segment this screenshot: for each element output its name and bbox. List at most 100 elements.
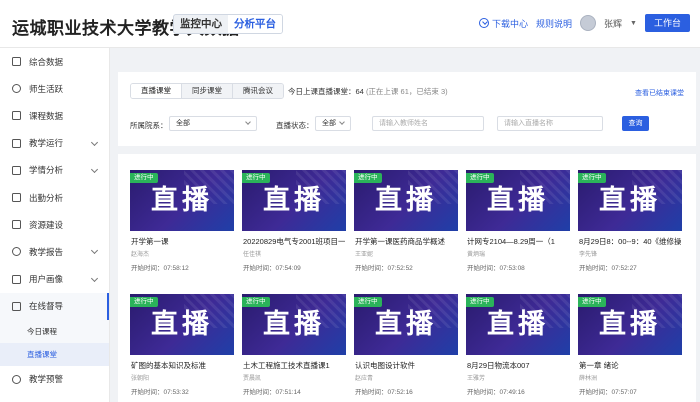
live-card[interactable]: 进行中 直播 开学第一课 赵海杰 开始时间：07:58:12 [130,170,234,276]
live-card-title[interactable]: 开学第一课 [131,236,233,247]
live-card[interactable]: 进行中 直播 矿图的基本知识及标准 张朝阳 开始时间：07:53:32 [130,294,234,400]
view-ended-classrooms-link[interactable]: 查看已结束课堂 [635,88,684,98]
live-thumbnail[interactable]: 进行中 直播 [354,294,458,355]
live-card-title[interactable]: 土木工程施工技术直播课1 [243,360,345,371]
live-card[interactable]: 进行中 直播 计网专2104—8.29周一（1 黄炳瑞 开始时间：07:53:08 [466,170,570,276]
tab-live-classroom[interactable]: 直播课堂 [131,84,182,98]
workbench-button[interactable]: 工作台 [644,14,690,32]
sidebar-item-teaching-operation[interactable]: 教学运行 [0,130,109,157]
live-thumbnail[interactable]: 进行中 直播 [466,170,570,231]
live-status-label: 直播状态： [276,121,314,130]
start-time-value: 07:49:16 [499,389,525,396]
live-card-start-time: 开始时间：07:58:12 [131,262,189,272]
live-thumbnail[interactable]: 进行中 直播 [242,294,346,355]
live-card[interactable]: 进行中 直播 土木工程施工技术直播课1 贾晨凯 开始时间：07:51:14 [242,294,346,400]
start-time-label: 开始时间： [243,389,276,396]
live-card[interactable]: 进行中 直播 开学第一课医药商品学概述 王亚妮 开始时间：07:52:52 [354,170,458,276]
live-card-teacher: 赵海杰 [131,252,150,258]
classroom-type-tabs: 直播课堂 同步课堂 腾讯会议 [130,83,284,99]
top-tab-group: 监控中心 分析平台 [173,14,283,34]
clipboard-icon [12,301,21,311]
live-status-badge: 进行中 [578,297,606,307]
user-name[interactable]: 张辉 [604,17,622,30]
live-card-title[interactable]: 第一章 绪论 [579,360,681,371]
sidebar-item-online-supervision[interactable]: 在线督导 [0,292,109,321]
live-card-title[interactable]: 8月29日8：00--9：40《维修操作 [579,236,681,247]
chevron-down-icon[interactable]: ▼ [630,20,637,27]
live-card-teacher: 贾晨凯 [243,376,262,382]
live-thumbnail[interactable]: 进行中 直播 [578,294,682,355]
tab-monitor-center[interactable]: 监控中心 [174,15,228,33]
chevron-down-icon [90,138,99,146]
start-time-value: 07:53:32 [163,389,189,396]
live-card-title[interactable]: 开学第一课医药商品学概述 [355,236,457,247]
live-card[interactable]: 进行中 直播 认识电图设计软件 赵应青 开始时间：07:52:16 [354,294,458,400]
start-time-value: 07:52:16 [387,389,413,396]
sidebar-item-resources[interactable]: 资源建设 [0,211,109,238]
tab-analysis-platform[interactable]: 分析平台 [228,15,282,33]
live-card[interactable]: 进行中 直播 8月29日物流本007 王雅芳 开始时间：07:49:16 [466,294,570,400]
live-status-badge: 进行中 [354,297,382,307]
live-card-start-time: 开始时间：07:51:14 [243,386,301,396]
live-card-start-time: 开始时间：07:52:16 [355,386,413,396]
sidebar-item-overview[interactable]: 综合数据 [0,48,109,75]
live-status-badge: 进行中 [242,173,270,183]
download-icon [479,18,489,28]
start-time-label: 开始时间： [579,389,612,396]
live-card-title[interactable]: 认识电图设计软件 [355,360,457,371]
live-thumbnail-text: 直播 [263,309,325,340]
live-card[interactable]: 进行中 直播 8月29日8：00--9：40《维修操作 李先锋 开始时间：07:5… [578,170,682,276]
sidebar-item-user-profile[interactable]: 用户画像 [0,266,109,293]
tab-sync-classroom[interactable]: 同步课堂 [182,84,233,98]
live-summary-detail: (正在上课 61，已结束 3) [365,87,448,96]
live-thumbnail[interactable]: 进行中 直播 [130,294,234,355]
user-avatar[interactable] [580,15,597,31]
live-status-badge: 进行中 [354,173,382,183]
rules-link[interactable]: 规则说明 [536,17,572,30]
live-card-teacher: 王雅芳 [467,376,486,382]
sidebar-subitem-today-courses[interactable]: 今日课程 [0,319,109,343]
book-icon [12,111,21,121]
live-card-title[interactable]: 20220829电气专2001班项目一任 [243,236,345,247]
start-time-label: 开始时间： [355,265,388,272]
sidebar-item-label: 出勤分析 [29,192,64,203]
live-status-badge: 进行中 [466,297,494,307]
live-thumbnail[interactable]: 进行中 直播 [578,170,682,231]
sidebar-item-learning-analysis[interactable]: 学情分析 [0,157,109,184]
live-card-title[interactable]: 8月29日物流本007 [467,360,569,371]
college-select[interactable]: 全部 [169,116,257,131]
live-thumbnail[interactable]: 进行中 直播 [242,170,346,231]
sidebar-item-teaching-warning[interactable]: 教学预警 [0,366,109,393]
live-card-start-time: 开始时间：07:52:27 [579,262,637,272]
live-thumbnail[interactable]: 进行中 直播 [354,170,458,231]
live-thumbnail[interactable]: 进行中 直播 [466,294,570,355]
live-card[interactable]: 进行中 直播 第一章 绪论 薛林洲 开始时间：07:57:07 [578,294,682,400]
monitor-icon [12,138,21,148]
sidebar-item-attendance[interactable]: 出勤分析 [0,184,109,211]
chevron-down-icon [90,165,99,173]
sidebar-item-course-data[interactable]: 课程数据 [0,102,109,129]
start-time-value: 07:53:08 [499,265,525,272]
tab-tencent-meeting[interactable]: 腾讯会议 [233,84,283,98]
live-status-select[interactable]: 全部 [315,116,351,131]
start-time-label: 开始时间： [131,389,164,396]
live-card[interactable]: 进行中 直播 20220829电气专2001班项目一任 任佳祺 开始时间：07:5… [242,170,346,276]
live-card-teacher: 张朝阳 [131,376,150,382]
live-card-title[interactable]: 计网专2104—8.29周一（1 [467,236,569,247]
live-thumbnail[interactable]: 进行中 直播 [130,170,234,231]
sidebar-item-label: 课程数据 [29,110,64,121]
sidebar-subitem-live-classroom[interactable]: 直播课堂 [0,342,109,366]
live-name-input[interactable]: 请输入直播名称 [497,116,603,131]
download-center-link[interactable]: 下载中心 [479,17,528,30]
start-time-label: 开始时间： [131,265,164,272]
live-card-title[interactable]: 矿图的基本知识及标准 [131,360,233,371]
query-button[interactable]: 查询 [622,116,649,131]
chart-icon [12,165,21,175]
sidebar-item-activity[interactable]: 师生活跃 [0,75,109,102]
teacher-name-input[interactable]: 请输入教师姓名 [372,116,484,131]
sidebar-item-label: 师生活跃 [29,83,64,94]
sidebar-item-reports[interactable]: 教学报告 [0,238,109,265]
start-time-label: 开始时间： [243,265,276,272]
live-card-teacher: 赵应青 [355,376,374,382]
live-status-badge: 进行中 [130,173,158,183]
